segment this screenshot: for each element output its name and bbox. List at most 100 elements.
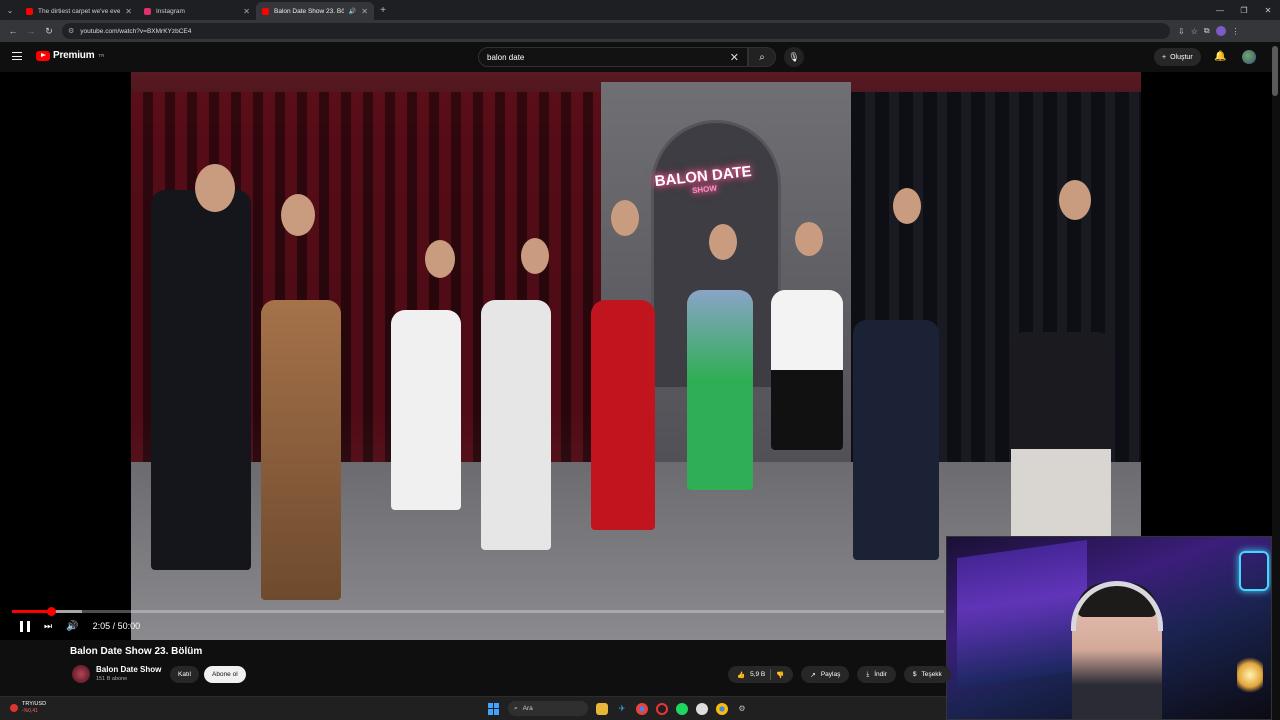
chrome-icon[interactable]: [716, 702, 728, 715]
close-tab-icon[interactable]: ✕: [361, 7, 368, 16]
tab-search-icon[interactable]: ⌄: [0, 0, 20, 20]
browser-tab-2[interactable]: Instagram ✕: [138, 2, 256, 20]
thanks-label: Teşekk: [921, 671, 942, 678]
address-bar: ← → ↻ ⚙ youtube.com/watch?v=BXMrKYzbCE4 …: [0, 20, 1280, 42]
contestant-head: [195, 164, 235, 212]
subscribe-button[interactable]: Abone ol: [204, 666, 246, 683]
close-tab-icon[interactable]: ✕: [243, 7, 250, 16]
download-icon: ⤓: [866, 670, 870, 678]
bookmark-star-icon[interactable]: ☆: [1191, 27, 1198, 36]
channel-avatar[interactable]: [72, 665, 90, 683]
thanks-button[interactable]: $ Teşekk: [903, 666, 951, 683]
contestant-head: [281, 194, 315, 236]
site-info-icon[interactable]: ⚙: [68, 27, 74, 35]
search-icon: ⌕: [759, 51, 765, 63]
create-label: Oluştur: [1170, 53, 1193, 61]
telegram-icon[interactable]: ✈: [616, 703, 628, 715]
download-label: İndir: [874, 671, 887, 678]
install-icon[interactable]: ⇩: [1178, 27, 1185, 36]
settings-gear-icon[interactable]: ⚙: [736, 703, 748, 715]
volume-icon[interactable]: 🔊: [66, 621, 78, 632]
youtube-favicon-icon: [262, 7, 269, 15]
streamer-webcam: [946, 536, 1272, 720]
search-button[interactable]: ⌕: [748, 47, 776, 67]
github-icon[interactable]: [696, 702, 708, 715]
back-icon[interactable]: ←: [4, 26, 22, 36]
windows-start-icon[interactable]: [488, 702, 500, 715]
like-count[interactable]: 5,9 B: [750, 671, 765, 678]
notifications-bell-icon[interactable]: 🔔: [1214, 51, 1226, 62]
webcam-neon-light: [1239, 551, 1269, 591]
like-icon[interactable]: 👍: [737, 671, 745, 679]
pause-icon[interactable]: [20, 620, 30, 632]
close-tab-icon[interactable]: ✕: [125, 7, 132, 16]
contestant-head: [611, 200, 639, 236]
chrome-icon[interactable]: [636, 702, 648, 715]
dislike-icon[interactable]: 👎: [776, 671, 784, 679]
speaker-icon[interactable]: 🔊: [349, 8, 356, 15]
contestant-figure: [261, 300, 341, 600]
scrubber-handle[interactable]: [46, 607, 56, 616]
thanks-icon: $: [912, 671, 917, 678]
contestant-figure: [591, 300, 655, 530]
next-video-icon[interactable]: ⏭: [44, 621, 52, 632]
create-button[interactable]: + Oluştur: [1154, 48, 1201, 66]
contestant-head: [521, 238, 549, 274]
channel-name[interactable]: Balon Date Show: [96, 665, 161, 674]
voice-search-button[interactable]: 🎙: [784, 47, 804, 67]
webcam-lamp: [1237, 655, 1263, 695]
contestant-head: [709, 224, 737, 260]
share-label: Paylaş: [820, 671, 841, 678]
browser-tab-3[interactable]: Balon Date Show 23. Bölüm 🔊 ✕: [256, 2, 374, 20]
player-controls: ⏭ 🔊 2:05 / 50:00: [20, 618, 140, 634]
youtube-logo[interactable]: Premium TR: [36, 50, 104, 61]
forward-icon[interactable]: →: [22, 26, 40, 36]
minimize-icon[interactable]: —: [1208, 0, 1232, 20]
search-box: ✕: [478, 47, 748, 67]
opera-icon[interactable]: [656, 702, 668, 715]
tab-title: Instagram: [156, 7, 185, 15]
video-title: Balon Date Show 23. Bölüm: [70, 646, 203, 657]
file-explorer-icon[interactable]: [596, 702, 608, 715]
contestant-figure: [771, 290, 843, 450]
progress-bar[interactable]: [12, 607, 944, 616]
taskbar-search[interactable]: ⌕ Ara: [508, 701, 588, 716]
browser-toolbar-icons: ⇩ ☆ ⧉ ⋮: [1178, 26, 1240, 36]
webcam-monitor: [957, 539, 1087, 689]
youtube-header: Premium TR ✕ ⌕ 🎙 + Oluştur 🔔: [0, 42, 1280, 72]
time-display: 2:05 / 50:00: [92, 621, 141, 631]
share-icon: ↗: [810, 671, 816, 679]
contestant-figure: [391, 310, 461, 510]
currency-widget[interactable]: TRY/USD -%0,41: [10, 701, 46, 714]
taskbar-apps: ⌕ Ara ✈ ⚙: [488, 701, 748, 716]
extensions-icon[interactable]: ⧉: [1204, 26, 1210, 36]
search-icon: ⌕: [514, 704, 518, 712]
search-input[interactable]: [487, 52, 730, 62]
join-button[interactable]: Katıl: [170, 666, 200, 683]
tab-title: Balon Date Show 23. Bölüm: [274, 7, 344, 15]
hamburger-menu-icon[interactable]: [12, 52, 22, 60]
page-scrollbar[interactable]: [1272, 46, 1278, 96]
window-controls: — ❐ ✕: [1208, 0, 1280, 20]
url-field[interactable]: ⚙ youtube.com/watch?v=BXMrKYzbCE4: [62, 23, 1170, 39]
youtube-play-icon: [36, 50, 50, 61]
share-button[interactable]: ↗ Paylaş: [801, 666, 850, 683]
close-window-icon[interactable]: ✕: [1256, 0, 1280, 20]
contestant-figure: [151, 190, 251, 570]
clear-search-icon[interactable]: ✕: [730, 51, 739, 64]
browser-menu-icon[interactable]: ⋮: [1232, 27, 1240, 36]
download-button[interactable]: ⤓ İndir: [857, 666, 896, 683]
played-bar: [12, 610, 52, 613]
restore-icon[interactable]: ❐: [1232, 0, 1256, 20]
reload-icon[interactable]: ↻: [40, 26, 58, 37]
browser-tab-1[interactable]: The dirtiest carpet we've ever c... ✕: [20, 2, 138, 20]
subscriber-count: 151 B abone: [96, 676, 128, 682]
user-avatar[interactable]: [1242, 50, 1256, 64]
contestant-head: [795, 222, 823, 256]
new-tab-button[interactable]: +: [374, 5, 392, 16]
url-text: youtube.com/watch?v=BXMrKYzbCE4: [80, 27, 192, 35]
spotify-icon[interactable]: [676, 702, 688, 715]
contestant-head: [425, 240, 455, 278]
profile-icon[interactable]: [1215, 26, 1226, 36]
contestant-figure: [481, 300, 551, 550]
